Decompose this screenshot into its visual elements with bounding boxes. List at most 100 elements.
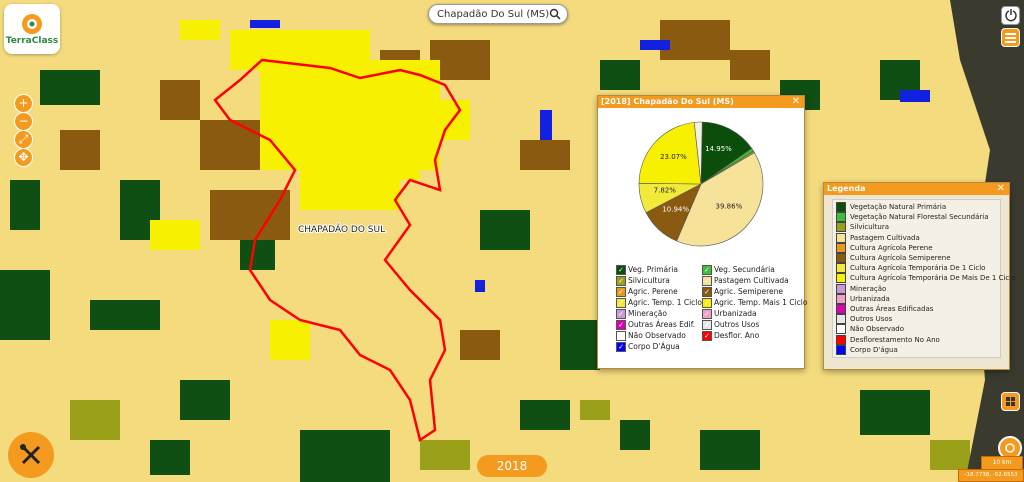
chart-legend-item[interactable]: ✓ Agric. Temp. Mais 1 Ciclo xyxy=(702,297,807,308)
legend-item: Cultura Agrícola Semiperene xyxy=(836,253,997,264)
legend-label: Silvicultura xyxy=(850,223,889,232)
fullscreen-button[interactable]: ⤢ xyxy=(14,130,33,149)
chart-legend-label: Agric. Temp. 1 Ciclo xyxy=(628,298,702,307)
legend-label: Corpo D'água xyxy=(850,345,898,354)
place-label: CHAPADÃO DO SUL xyxy=(298,224,385,235)
chart-panel-close-icon[interactable]: ✕ xyxy=(792,96,800,108)
legend-label: Urbanizada xyxy=(850,294,890,303)
chart-legend-item[interactable]: ✓ Urbanizada xyxy=(702,308,788,319)
chart-panel-title: [2018] Chapadão Do Sul (MS) xyxy=(601,97,734,106)
legend-label: Cultura Agrícola Temporária De Mais De 1… xyxy=(850,274,1016,283)
chart-legend-label: Agric. Perene xyxy=(628,287,678,296)
legend-swatch xyxy=(836,344,846,355)
legend-label: Vegetação Natural Primária xyxy=(850,203,947,212)
legend-label: Vegetação Natural Florestal Secundária xyxy=(850,213,989,222)
scale-bar: 10 km xyxy=(981,456,1023,470)
logo-icon xyxy=(22,13,42,34)
chart-legend-row: ✓ Não Observado ✓ Desflor. Ano xyxy=(616,330,788,341)
legend-swatch xyxy=(836,212,846,223)
legend-swatch xyxy=(836,202,846,213)
checkbox-icon[interactable]: ✓ xyxy=(616,298,626,308)
checkbox-icon[interactable]: ✓ xyxy=(702,276,712,286)
chart-panel: [2018] Chapadão Do Sul (MS) ✕ 14.95% 39.8… xyxy=(597,95,807,369)
legend-swatch xyxy=(836,283,846,294)
legend-swatch xyxy=(836,263,846,274)
locate-button[interactable]: ✥ xyxy=(14,148,33,167)
search-input[interactable]: Chapadão Do Sul (MS) xyxy=(428,4,568,24)
chart-legend-label: Corpo D'Água xyxy=(628,342,680,351)
legend-swatch xyxy=(836,314,846,325)
chart-legend-item[interactable]: ✓ Outras Áreas Edif. xyxy=(616,319,702,330)
legend-item: Outros Usos xyxy=(836,314,997,325)
year-selector[interactable]: 2018 xyxy=(477,455,547,477)
chart-legend-item[interactable]: ✓ Agric. Temp. 1 Ciclo xyxy=(616,297,702,308)
chart-legend-row: ✓ Corpo D'Água xyxy=(616,341,788,352)
chart-legend: ✓ Veg. Primária ✓ Veg. Secundária ✓ Silvicult… xyxy=(616,264,807,352)
logo-text: TerraClass xyxy=(5,35,59,46)
checkbox-icon[interactable]: ✓ xyxy=(702,309,712,319)
chart-legend-item[interactable]: ✓ Não Observado xyxy=(616,330,702,341)
legend-panel-title: Legenda xyxy=(827,184,866,193)
chart-legend-item[interactable]: ✓ Veg. Primária xyxy=(616,264,702,275)
checkbox-icon[interactable]: ✓ xyxy=(702,265,712,275)
legend-item: Outras Áreas Edificadas xyxy=(836,303,997,314)
search-icon[interactable] xyxy=(549,8,561,20)
chart-legend-row: ✓ Silvicultura ✓ Pastagem Cultivada xyxy=(616,275,789,286)
legend-label: Pastagem Cultivada xyxy=(850,233,920,242)
zoom-in-button[interactable]: + xyxy=(14,94,33,113)
checkbox-icon[interactable]: ✓ xyxy=(702,287,712,297)
legend-item: Não Observado xyxy=(836,324,997,335)
legend-label: Cultura Agrícola Semiperene xyxy=(850,254,951,263)
tools-button[interactable] xyxy=(8,432,54,478)
chart-legend-row: ✓ Agric. Temp. 1 Ciclo ✓ Agric. Temp. Mais … xyxy=(616,297,807,308)
chart-legend-row: ✓ Agric. Perene ✓ Agric. Semiperene xyxy=(616,286,788,297)
terraclass-logo[interactable]: TerraClass xyxy=(4,4,60,54)
checkbox-icon[interactable]: ✓ xyxy=(616,342,626,352)
legend-panel: Legenda ✕ Vegetação Natural Primária Vege… xyxy=(823,182,1016,370)
chart-legend-item[interactable]: ✓ Agric. Perene xyxy=(616,286,702,297)
checkbox-icon[interactable]: ✓ xyxy=(616,331,626,341)
chart-legend-label: Veg. Secundária xyxy=(714,265,775,274)
chart-legend-item[interactable]: ✓ Mineração xyxy=(616,308,702,319)
chart-legend-row: ✓ Veg. Primária ✓ Veg. Secundária xyxy=(616,264,788,275)
legend-item: Urbanizada xyxy=(836,293,997,304)
checkbox-icon[interactable]: ✓ xyxy=(616,309,626,319)
checkbox-icon[interactable]: ✓ xyxy=(616,265,626,275)
legend-item: Silvicultura xyxy=(836,222,997,233)
chart-legend-item[interactable]: ✓ Pastagem Cultivada xyxy=(702,275,789,286)
layers-button[interactable] xyxy=(1001,392,1020,411)
chart-legend-label: Outras Áreas Edif. xyxy=(628,320,696,329)
chart-legend-item[interactable]: ✓ Corpo D'Água xyxy=(616,341,702,352)
legend-swatch xyxy=(836,253,846,264)
legend-item: Cultura Agrícola Temporária De 1 Ciclo xyxy=(836,263,997,274)
chart-legend-label: Veg. Primária xyxy=(628,265,678,274)
checkbox-icon[interactable]: ✓ xyxy=(616,287,626,297)
chart-legend-item[interactable]: ✓ Silvicultura xyxy=(616,275,702,286)
checkbox-icon[interactable]: ✓ xyxy=(702,331,712,341)
legend-item: Corpo D'água xyxy=(836,344,997,355)
logout-button[interactable] xyxy=(1001,6,1020,25)
legend-panel-close-icon[interactable]: ✕ xyxy=(997,183,1005,195)
pie-chart: 14.95% 39.86% 10.94% 7.82% 23.07% xyxy=(638,121,764,247)
checkbox-icon[interactable]: ✓ xyxy=(702,298,712,308)
legend-item: Pastagem Cultivada xyxy=(836,232,997,243)
checkbox-icon[interactable]: ✓ xyxy=(702,320,712,330)
legend-item: Cultura Agrícola Perene xyxy=(836,242,997,253)
chart-legend-item[interactable]: ✓ Agric. Semiperene xyxy=(702,286,788,297)
legend-swatch xyxy=(836,242,846,253)
chart-legend-item[interactable]: ✓ Outros Usos xyxy=(702,319,788,330)
search-value: Chapadão Do Sul (MS) xyxy=(437,8,550,20)
chart-legend-item[interactable]: ✓ Veg. Secundária xyxy=(702,264,788,275)
pie-data-label: 7.82% xyxy=(654,187,677,195)
legend-panel-header: Legenda ✕ xyxy=(824,183,1009,195)
chart-legend-item[interactable]: ✓ Desflor. Ano xyxy=(702,330,788,341)
checkbox-icon[interactable]: ✓ xyxy=(616,276,626,286)
legend-item: Desflorestamento No Ano xyxy=(836,334,997,345)
chart-legend-label: Agric. Semiperene xyxy=(714,287,783,296)
zoom-out-button[interactable]: − xyxy=(14,112,33,131)
legend-label: Outras Áreas Edificadas xyxy=(850,304,934,313)
tools-icon xyxy=(20,444,41,465)
menu-button[interactable] xyxy=(1001,28,1020,47)
checkbox-icon[interactable]: ✓ xyxy=(616,320,626,330)
layers-icon xyxy=(1006,397,1015,406)
